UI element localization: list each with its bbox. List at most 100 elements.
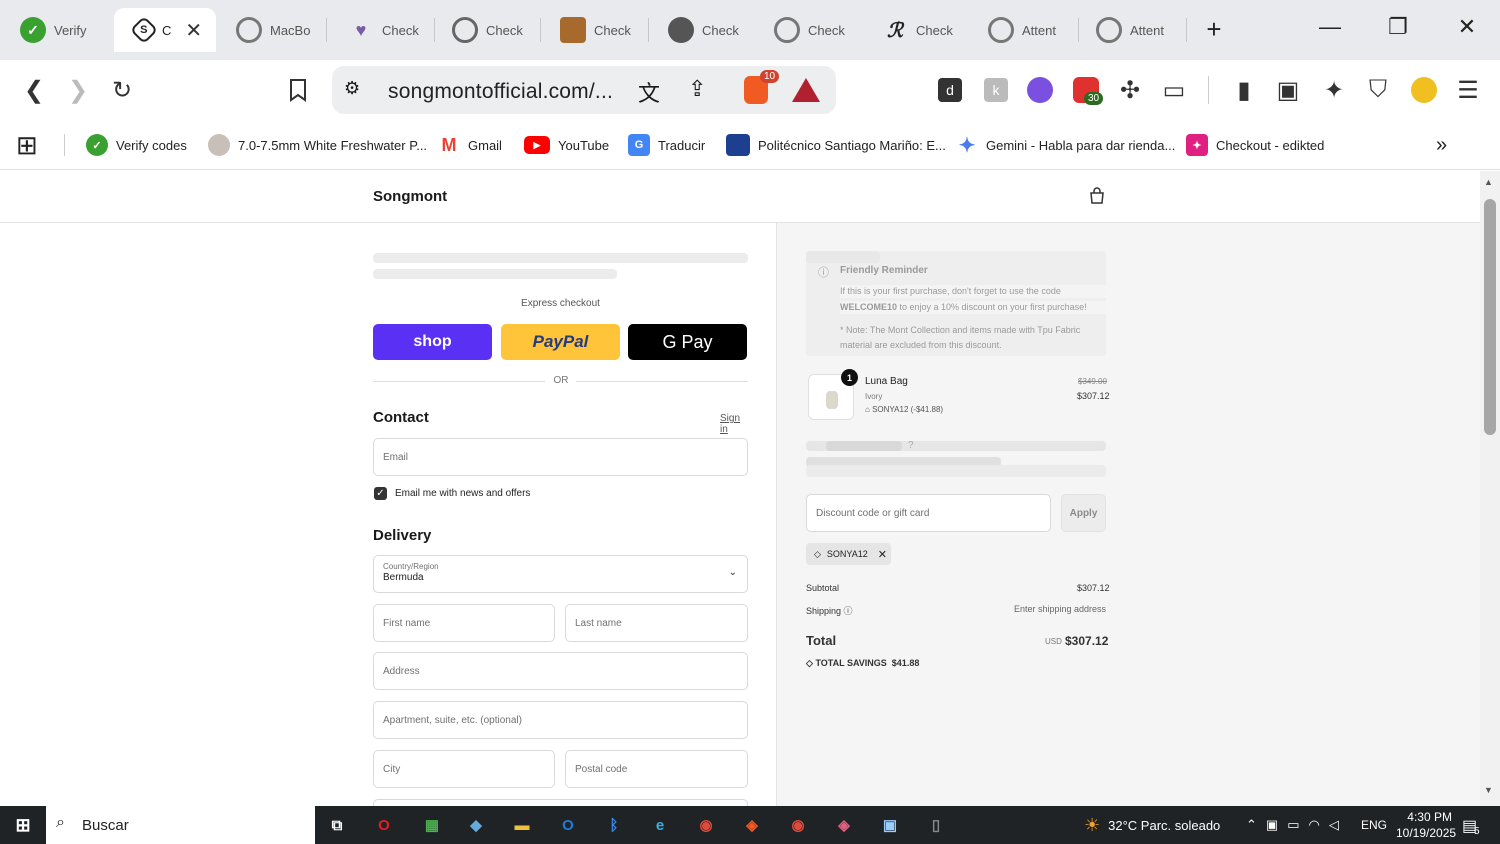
file-explorer-icon[interactable]: ▬ [508,811,536,839]
ext-purple-icon[interactable] [1024,74,1056,106]
apps-icon[interactable]: ⊞ [16,130,38,160]
reload-button[interactable]: ↻ [106,74,138,106]
menu-icon[interactable]: ☰ [1452,74,1484,106]
address-field[interactable]: Address [373,652,748,690]
outlook-icon[interactable]: O [554,811,582,839]
page-scrollbar[interactable]: ▲ ▼ [1480,171,1500,806]
display-icon[interactable]: ▣ [1266,817,1278,833]
profile-icon[interactable] [1408,74,1440,106]
start-icon[interactable]: ⊞ [9,811,37,839]
bookmark-politecnico[interactable]: Politécnico Santiago Mariño: E... [726,132,946,158]
mouse-icon[interactable]: ▯ [922,811,950,839]
first-name-field[interactable]: First name [373,604,555,642]
tab-macbo[interactable]: MacBo [216,8,326,52]
city-field[interactable]: City [373,750,555,788]
help-icon[interactable]: ⓘ [844,606,853,616]
discount-code-field[interactable]: Discount code or gift card [806,494,1051,532]
close-tab-icon[interactable]: ✕ [185,18,202,43]
wallet-icon[interactable]: ▣ [1272,74,1304,106]
bookmark-traducir[interactable]: G Traducir [628,132,705,158]
tab-attent-2[interactable]: Attent [1076,8,1186,52]
share-icon[interactable]: ⇪ [688,76,706,102]
tab-check-5[interactable]: Check [754,8,864,52]
clock[interactable]: 4:30 PM 10/19/2025 [1396,809,1456,841]
store-name[interactable]: Songmont [373,188,447,205]
postal-code-field[interactable]: Postal code [565,750,748,788]
scroll-down-icon[interactable]: ▼ [1484,785,1493,795]
bookmark-icon[interactable] [282,74,314,106]
dashlane-icon[interactable]: d [934,74,966,106]
close-window-button[interactable]: ✕ [1447,14,1487,40]
vpn-icon[interactable]: ⛉ [1362,74,1394,106]
cart-icon[interactable] [1088,187,1106,205]
ext-k-icon[interactable]: k [980,74,1012,106]
taskbar-search[interactable]: ⌕ Buscar [46,806,315,844]
new-tab-button[interactable]: + [1194,14,1234,45]
country-select[interactable]: Country/Region Bermuda ⌄ [373,555,748,593]
brave-beta-icon[interactable]: ◈ [830,811,858,839]
tab-check-4[interactable]: Check [648,8,754,52]
tab-attent-1[interactable]: Attent [968,8,1076,52]
wifi-icon[interactable]: ◠ [1309,817,1320,833]
tab-check-6[interactable]: ℛ Check [862,8,970,52]
copilot-icon[interactable]: ◆ [462,811,490,839]
email-field[interactable]: Email [373,438,748,476]
bookmark-edikted[interactable]: ✦ Checkout - edikted [1186,132,1324,158]
bookmark-gmail[interactable]: M Gmail [438,132,502,158]
rewards-icon[interactable] [792,78,820,102]
chrome-icon[interactable]: ◉ [692,811,720,839]
bookmark-verify-codes[interactable]: ✓ Verify codes [86,132,187,158]
minimize-button[interactable]: — [1310,14,1350,40]
bookmark-gemini[interactable]: ✦ Gemini - Habla para dar rienda... [956,132,1176,158]
address-bar[interactable]: ⚙ songmontofficial.com/... 文 ⇪ 10 [332,66,836,114]
product-old-price: $349.00 [1078,377,1107,386]
chevron-up-icon[interactable]: ⌃ [1246,817,1257,833]
next-field[interactable] [373,799,748,806]
sign-in-link[interactable]: Sign in [720,413,748,435]
apply-button[interactable]: Apply [1061,494,1106,532]
remove-code-icon[interactable]: ✕ [878,548,887,561]
tab-active[interactable]: S C ✕ [114,8,216,52]
forward-button[interactable]: ❯ [62,74,94,106]
task-view-icon[interactable]: ⧉ [323,811,351,839]
tab-check-3[interactable]: Check [540,8,648,52]
store-header: Songmont [0,171,1480,223]
tab-verify[interactable]: ✓ Verify [0,8,112,52]
google-pay-button[interactable]: G Pay [628,324,747,360]
volume-icon[interactable]: ◁ [1329,817,1339,833]
weather-widget[interactable]: ☀ 32°C Parc. soleado [1084,806,1220,844]
news-checkbox[interactable]: ✓ [374,487,387,500]
translate-icon[interactable]: 文 [638,76,660,108]
chrome-icon[interactable]: ◉ [784,811,812,839]
more-bookmarks-icon[interactable]: » [1436,132,1447,158]
tab-check-2[interactable]: Check [432,8,540,52]
edge-icon[interactable]: e [646,811,674,839]
bookmark-youtube[interactable]: ▶ YouTube [524,132,609,158]
calculator-icon[interactable]: ▦ [418,811,446,839]
sidebar-icon[interactable]: ▮ [1228,74,1260,106]
brave-icon[interactable]: ◈ [738,811,766,839]
app-icon[interactable]: ▣ [876,811,904,839]
site-settings-icon[interactable]: ⚙ [344,78,360,99]
reader-icon[interactable]: ▭ [1158,74,1190,106]
back-button[interactable]: ❮ [18,74,50,106]
paypal-button[interactable]: PayPal [501,324,620,360]
bluetooth-icon[interactable]: ᛒ [600,811,628,839]
restore-button[interactable]: ❐ [1378,14,1418,40]
scroll-thumb[interactable] [1484,199,1496,435]
url-text[interactable]: songmontofficial.com/... [388,80,613,104]
bookmark-pearl[interactable]: 7.0-7.5mm White Freshwater P... [208,132,427,158]
subtotal-value: $307.12 [1077,583,1110,593]
search-placeholder: Buscar [82,816,129,834]
extensions-icon[interactable]: ✣ [1114,74,1146,106]
leo-ai-icon[interactable]: ✦ [1318,74,1350,106]
battery-icon[interactable]: ▭ [1287,817,1299,833]
apartment-field[interactable]: Apartment, suite, etc. (optional) [373,701,748,739]
browser-toolbar: ❮ ❯ ↻ ⚙ songmontofficial.com/... 文 ⇪ 10 … [0,60,1500,120]
language-indicator[interactable]: ENG [1361,806,1387,844]
tab-check-1[interactable]: ♥ Check [328,8,434,52]
opera-icon[interactable]: O [370,811,398,839]
last-name-field[interactable]: Last name [565,604,748,642]
scroll-up-icon[interactable]: ▲ [1484,177,1493,187]
shop-pay-button[interactable]: shop [373,324,492,360]
